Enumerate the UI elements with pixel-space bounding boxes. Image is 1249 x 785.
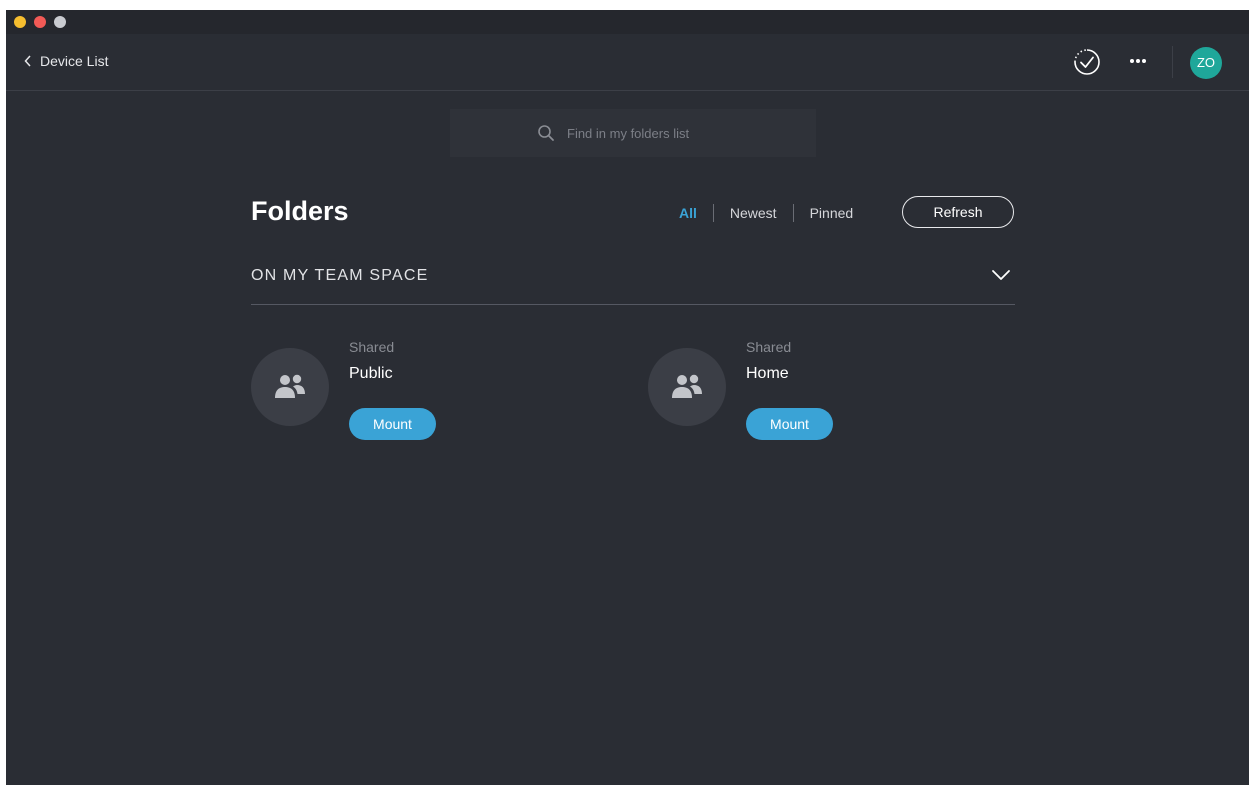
users-icon [275, 374, 305, 398]
folder-name: Home [746, 365, 789, 382]
close-window-button[interactable] [34, 16, 46, 28]
folder-type: Shared [349, 339, 395, 355]
filter-tab-newest[interactable]: Newest [730, 205, 777, 221]
back-to-device-list-button[interactable]: Device List [24, 53, 108, 69]
filter-tabs: All Newest Pinned [679, 204, 853, 222]
chevron-down-icon[interactable] [991, 268, 1011, 282]
section-header-team-space[interactable]: ON MY TEAM SPACE [251, 258, 1015, 305]
toolbar-divider [1172, 46, 1173, 78]
mount-button-public[interactable]: Mount [349, 408, 436, 440]
chevron-left-icon [24, 55, 31, 67]
filter-tab-pinned[interactable]: Pinned [810, 205, 854, 221]
users-icon [672, 374, 702, 398]
folder-type: Shared [746, 339, 792, 355]
search-icon [538, 125, 554, 141]
zoom-window-button[interactable] [54, 16, 66, 28]
refresh-button[interactable]: Refresh [902, 196, 1014, 228]
user-avatar[interactable]: ZO [1190, 47, 1222, 79]
section-label: ON MY TEAM SPACE [251, 267, 429, 284]
folder-avatar [648, 348, 726, 426]
back-label: Device List [40, 53, 109, 69]
filter-separator [792, 204, 794, 222]
page-title: Folders [251, 196, 349, 226]
filter-separator [712, 204, 714, 222]
more-icon[interactable] [1126, 51, 1150, 71]
app-window: Device List ZO Folders All Newest Pinned… [6, 10, 1249, 785]
folder-name: Public [349, 365, 393, 382]
folder-search-box[interactable] [450, 109, 816, 157]
folder-card: Shared Home Mount [648, 336, 908, 446]
folder-card: Shared Public Mount [251, 336, 511, 446]
search-input[interactable] [565, 124, 729, 142]
sync-check-icon[interactable] [1072, 47, 1102, 77]
filter-tab-all[interactable]: All [679, 205, 697, 221]
mount-button-home[interactable]: Mount [746, 408, 833, 440]
folder-avatar [251, 348, 329, 426]
top-bar: Device List ZO [6, 34, 1249, 91]
minimize-window-button[interactable] [14, 16, 26, 28]
title-bar [6, 10, 1249, 34]
